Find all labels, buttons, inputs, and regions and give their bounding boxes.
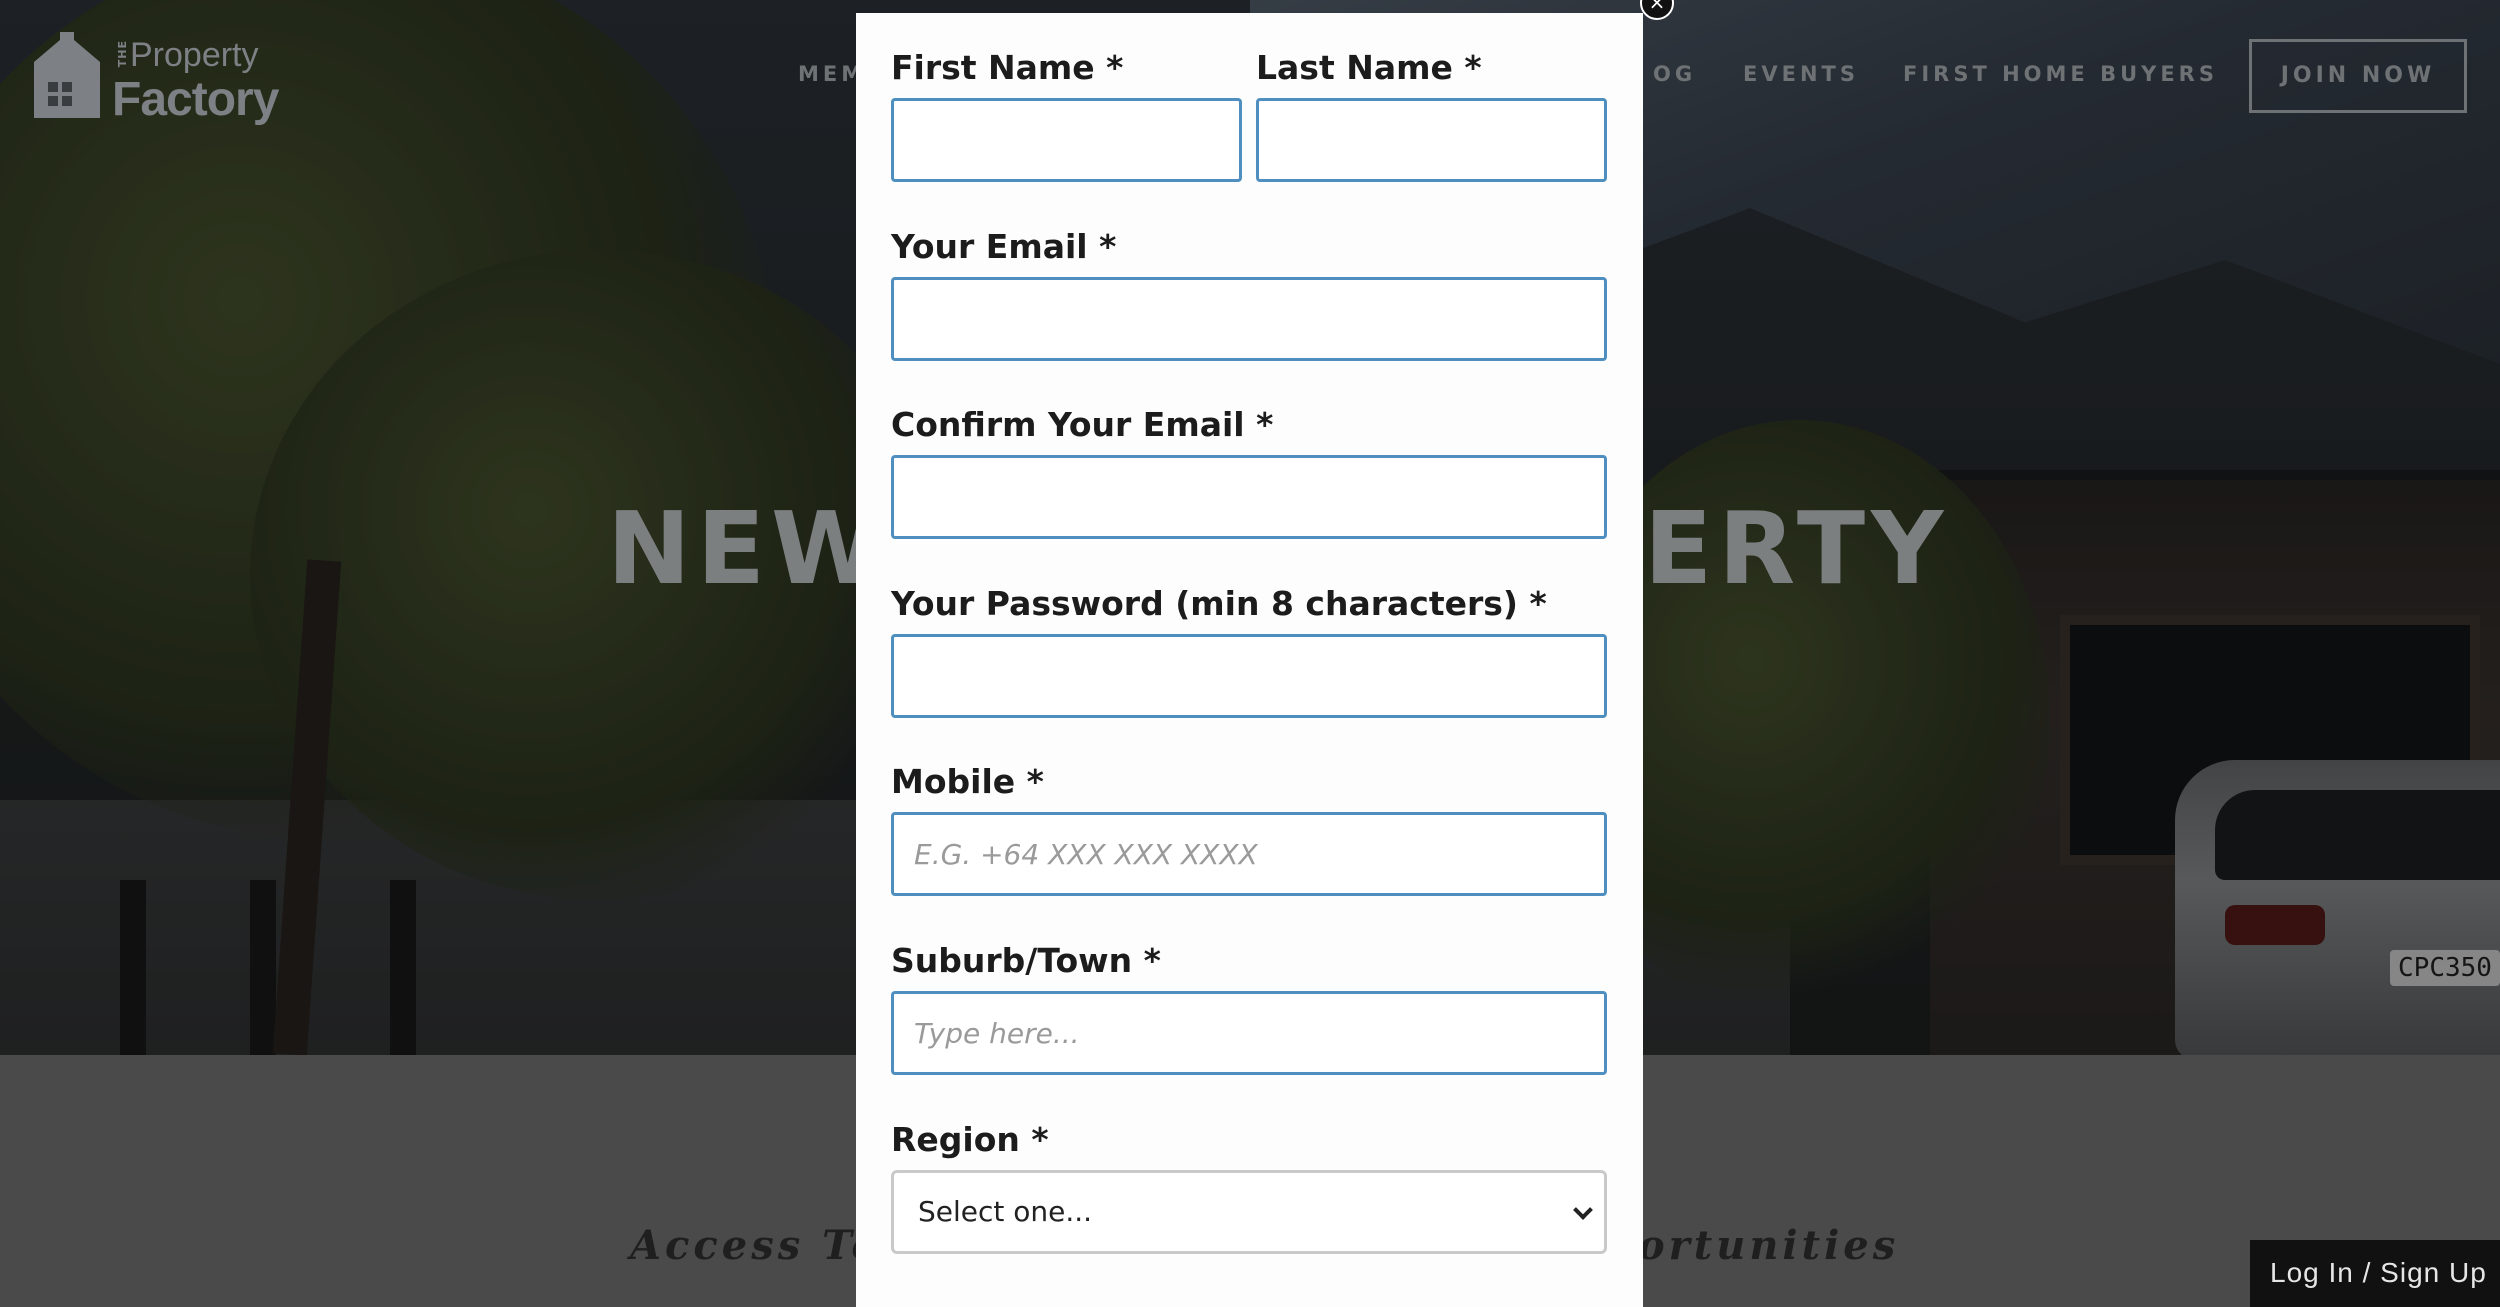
confirm-email-input[interactable] bbox=[891, 455, 1607, 539]
site-logo[interactable]: THE Property Factory bbox=[32, 32, 282, 126]
region-selected-value: Select one... bbox=[918, 1195, 1093, 1228]
hero-title-right: ERTY bbox=[1644, 490, 1950, 607]
suburb-label: Suburb/Town * bbox=[891, 941, 1161, 980]
region-label: Region * bbox=[891, 1120, 1049, 1159]
confirm-email-label: Confirm Your Email * bbox=[891, 405, 1274, 444]
mobile-label: Mobile * bbox=[891, 762, 1044, 801]
house-logo-icon bbox=[34, 32, 100, 118]
first-name-label: First Name * bbox=[891, 48, 1124, 87]
logo-factory: Factory bbox=[112, 73, 279, 126]
first-name-input[interactable] bbox=[891, 98, 1242, 182]
last-name-input[interactable] bbox=[1256, 98, 1607, 182]
logo-the: THE bbox=[116, 40, 129, 68]
region-select[interactable]: Select one... bbox=[891, 1170, 1607, 1254]
email-label: Your Email * bbox=[891, 227, 1117, 266]
tagline-left: Access To bbox=[630, 1222, 883, 1269]
hero-title-left: NEW bbox=[607, 490, 888, 607]
nav-events[interactable]: EVENTS bbox=[1743, 62, 1859, 86]
nav-blog[interactable]: OG bbox=[1653, 62, 1696, 86]
password-label: Your Password (min 8 characters) * bbox=[891, 584, 1547, 623]
email-input[interactable] bbox=[891, 277, 1607, 361]
password-input[interactable] bbox=[891, 634, 1607, 718]
mobile-input[interactable] bbox=[891, 812, 1607, 896]
login-signup-button[interactable]: Log In / Sign Up bbox=[2250, 1240, 2500, 1307]
chevron-down-icon bbox=[1573, 1200, 1593, 1220]
last-name-label: Last Name * bbox=[1256, 48, 1482, 87]
tagline-right: ortunities bbox=[1638, 1222, 1900, 1269]
logo-property: Property bbox=[130, 36, 259, 74]
nav-first-home-buyers[interactable]: FIRST HOME BUYERS bbox=[1903, 62, 2218, 86]
join-now-button[interactable]: JOIN NOW bbox=[2249, 39, 2467, 113]
suburb-input[interactable] bbox=[891, 991, 1607, 1075]
